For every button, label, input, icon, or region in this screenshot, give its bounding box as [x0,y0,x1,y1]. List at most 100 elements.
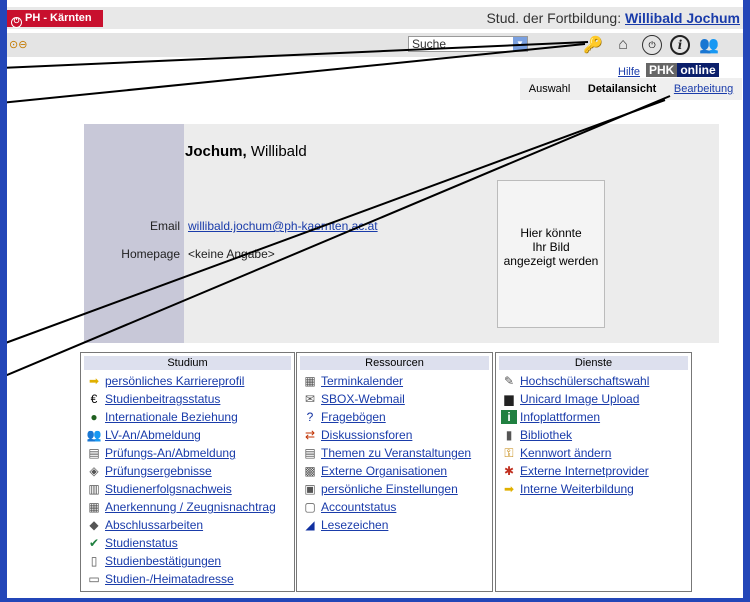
menu-link[interactable]: Externe Internetprovider [520,464,649,478]
organization-icon: ▩ [304,464,316,478]
list-item[interactable]: ▤ Prüfungs-An/Abmeldung [81,444,294,462]
email-value: willibald.jochum@ph-kaernten.ac.at [188,219,378,233]
profile-name: Jochum, Willibald [185,143,307,160]
menu-link[interactable]: Studienstatus [105,536,178,550]
menu-link[interactable]: Lesezeichen [321,518,388,532]
menu-link[interactable]: Studien-/Heimatadresse [105,572,234,586]
brand-power-icon: ⏻ [11,17,22,28]
menu-link[interactable]: persönliches Karriereprofil [105,374,244,388]
list-item[interactable]: ◢ Lesezeichen [297,516,492,534]
list-item[interactable]: ? Fragebögen [297,408,492,426]
menu-link[interactable]: Externe Organisationen [321,464,447,478]
search-dropdown-icon[interactable]: ▼ [513,37,527,51]
list-item[interactable]: ▦ Terminkalender [297,372,492,390]
menu-link[interactable]: Terminkalender [321,374,403,388]
menu-link[interactable]: Internationale Beziehung [105,410,238,424]
presentation-icon: ▤ [304,446,316,460]
list-item[interactable]: ▣ persönliche Einstellungen [297,480,492,498]
menu-link[interactable]: Studienbeitragsstatus [105,392,220,406]
toolbar-small-icons[interactable]: ⊙⊖ [9,38,27,51]
list-item[interactable]: ◈ Prüfungsergebnisse [81,462,294,480]
menu-link[interactable]: Fragebögen [321,410,386,424]
window-border-right [743,0,750,602]
tab-auswahl[interactable]: Auswahl [529,83,571,95]
list-item[interactable]: ▯ Studienbestätigungen [81,552,294,570]
globe-icon: ● [90,410,98,424]
menu-link[interactable]: Studienbestätigungen [105,554,221,568]
menu-link[interactable]: LV-An/Abmeldung [105,428,201,442]
list-item[interactable]: ▭ Studien-/Heimatadresse [81,570,294,588]
brand-label: PH - Kärnten [25,12,92,24]
list-item[interactable]: ▮ Bibliothek [496,426,691,444]
home-icon[interactable]: ⌂ [612,34,634,56]
list-item[interactable]: ◆ Abschlussarbeiten [81,516,294,534]
list-item[interactable]: i Infoplattformen [496,408,691,426]
menu-link[interactable]: Anerkennung / Zeugnisnachtrag [105,500,276,514]
list-item[interactable]: ✉ SBOX-Webmail [297,390,492,408]
info-icon: i [501,410,517,424]
browser-window: ⏻ PH - Kärnten Stud. der Fortbildung: Wil… [0,0,750,602]
menu-link[interactable]: Prüfungs-An/Abmeldung [105,446,236,460]
column-dienste-title: Dienste [499,356,688,370]
list-item[interactable]: ▤ Themen zu Veranstaltungen [297,444,492,462]
people-icon[interactable]: 👥 [698,34,720,56]
logo-part-a: PHK [646,63,678,77]
menu-link[interactable]: Accountstatus [321,500,396,514]
certificate-icon: ▥ [88,482,100,496]
menu-link[interactable]: Prüfungsergebnisse [105,464,212,478]
phk-online-logo: PHK online [646,63,719,77]
homepage-label: Homepage [121,247,180,261]
menu-link[interactable]: Bibliothek [520,428,572,442]
list-item[interactable]: ⚿ Kennwort ändern [496,444,691,462]
user-name-link[interactable]: Willibald Jochum [625,10,740,26]
tab-bearbeitung[interactable]: Bearbeitung [674,83,733,95]
column-studium-title: Studium [84,356,291,370]
menu-link[interactable]: Infoplattformen [520,410,600,424]
tab-detailansicht[interactable]: Detailansicht [588,83,656,95]
people-icon: 👥 [86,428,102,442]
menu-link[interactable]: SBOX-Webmail [321,392,405,406]
list-item[interactable]: ▢ Accountstatus [297,498,492,516]
list-item[interactable]: € Studienbeitragsstatus [81,390,294,408]
menu-link[interactable]: Hochschülerschaftswahl [520,374,649,388]
list-item[interactable]: ⇄ Diskussionsforen [297,426,492,444]
list-item[interactable]: ➡ persönliches Karriereprofil [81,372,294,390]
brand-logo[interactable]: ⏻ PH - Kärnten [7,10,103,28]
search-input[interactable]: Suche ▼ [408,36,528,52]
photo-placeholder: Hier könnte Ihr Bild angezeigt werden [497,180,605,328]
menu-link[interactable]: Kennwort ändern [520,446,611,460]
list-item[interactable]: ● Internationale Beziehung [81,408,294,426]
menu-columns: Studium ➡ persönliches Karriereprofil € Stu… [80,352,692,592]
list-item[interactable]: ▆ Unicard Image Upload [496,390,691,408]
menu-link[interactable]: Interne Weiterbildung [520,482,634,496]
email-link[interactable]: willibald.jochum@ph-kaernten.ac.at [188,219,378,233]
homepage-value: <keine Angabe> [188,247,275,261]
help-link[interactable]: Hilfe [618,66,640,78]
list-item[interactable]: ▥ Studienerfolgsnachweis [81,480,294,498]
menu-link[interactable]: Diskussionsforen [321,428,412,442]
list-item[interactable]: ➡ Interne Weiterbildung [496,480,691,498]
menu-link[interactable]: Studienerfolgsnachweis [105,482,232,496]
list-item[interactable]: ✱ Externe Internetprovider [496,462,691,480]
graduation-cap-icon: ◆ [89,518,99,532]
menu-link[interactable]: persönliche Einstellungen [321,482,458,496]
list-item[interactable]: ✎ Hochschülerschaftswahl [496,372,691,390]
menu-link[interactable]: Unicard Image Upload [520,392,639,406]
menu-link[interactable]: Abschlussarbeiten [105,518,203,532]
arrow-icon: ➡ [88,374,100,388]
euro-icon: € [90,392,98,406]
list-item[interactable]: 👥 LV-An/Abmeldung [81,426,294,444]
address-icon: ▭ [88,572,100,586]
column-dienste-list: ✎ Hochschülerschaftswahl ▆ Unicard Image Up… [496,372,691,498]
menu-link[interactable]: Themen zu Veranstaltungen [321,446,471,460]
exam-icon: ▤ [88,446,100,460]
list-item[interactable]: ✔ Studienstatus [81,534,294,552]
document-icon: ▦ [88,500,100,514]
list-item[interactable]: ▩ Externe Organisationen [297,462,492,480]
library-icon: ▮ [505,428,513,442]
info-icon[interactable]: i [670,35,690,55]
key-icon[interactable]: 🔑 [582,34,604,56]
logout-icon[interactable]: ⏻ [642,35,662,55]
column-dienste: Dienste ✎ Hochschülerschaftswahl ▆ Unicard … [495,352,692,592]
list-item[interactable]: ▦ Anerkennung / Zeugnisnachtrag [81,498,294,516]
